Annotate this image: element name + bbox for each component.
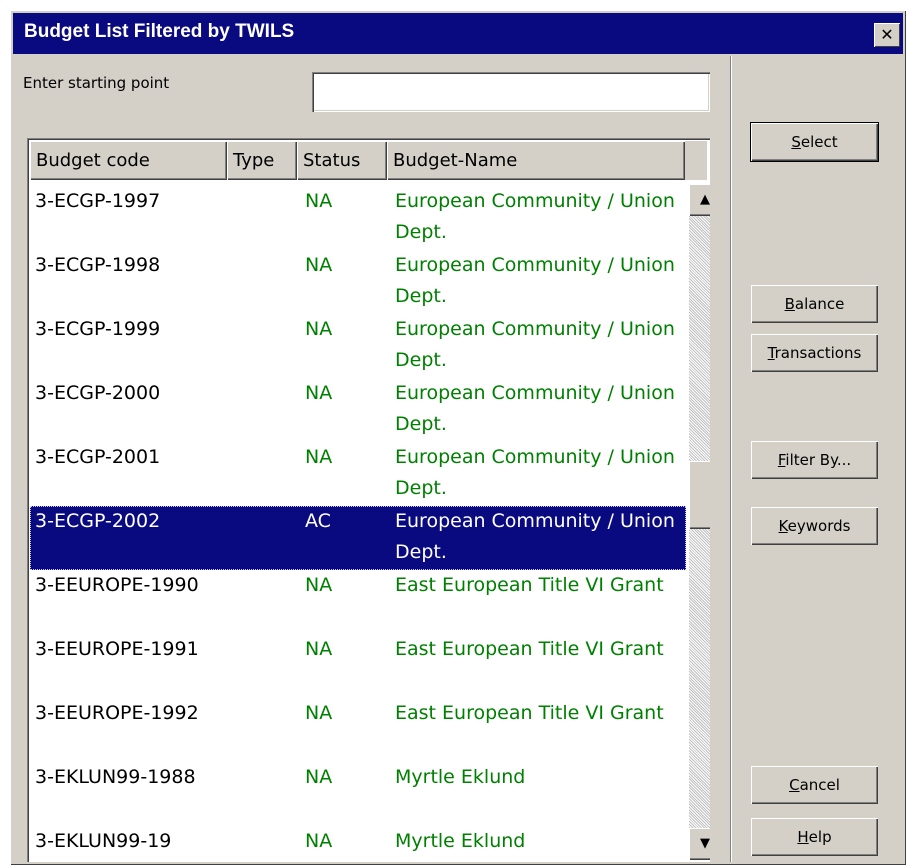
table-row[interactable]: 3-ECGP-2000 NA European Community / Union … [30,378,686,442]
cell-budget-name: European Community / Union Dept. [395,318,675,371]
column-header-budget-name[interactable]: Budget-Name [387,141,685,180]
scroll-down-button[interactable]: ▼ [689,828,710,860]
cell-status: NA [305,190,333,212]
table-row[interactable]: 3-EEUROPE-1990 NA East European Title VI G… [30,570,686,634]
cell-status: AC [305,510,331,532]
scroll-thumb[interactable] [689,461,710,529]
list-rows: 3-ECGP-1997 NA European Community / Union … [30,186,686,862]
vertical-scrollbar[interactable]: ▲ ▼ [689,184,710,860]
cell-budget-name: European Community / Union Dept. [395,446,675,499]
cell-budget-code: 3-EKLUN99-19 [35,830,172,852]
cell-budget-name: Myrtle Eklund [395,830,526,852]
table-row[interactable]: 3-EEUROPE-1992 NA East European Title VI G… [30,698,686,762]
cell-budget-code: 3-ECGP-2000 [35,382,161,404]
cell-budget-name: European Community / Union Dept. [395,190,675,243]
transactions-button[interactable]: Transactions [751,334,878,372]
cell-budget-name: European Community / Union Dept. [395,382,675,435]
cell-status: NA [305,254,333,276]
close-icon: ✕ [880,25,894,44]
cell-budget-name: East European Title VI Grant [395,638,664,660]
cell-budget-name: East European Title VI Grant [395,702,664,724]
title-bar[interactable]: Budget List Filtered by TWILS ✕ [13,13,903,54]
table-row[interactable]: 3-EKLUN99-19 NA Myrtle Eklund [30,826,686,862]
table-row[interactable]: 3-EKLUN99-1988 NA Myrtle Eklund [30,762,686,826]
budget-list: Budget code Type Status Budget-Name 3-EC… [27,138,710,862]
close-button[interactable]: ✕ [874,23,900,47]
cell-status: NA [305,702,333,724]
scroll-down-icon: ▼ [700,836,710,851]
filter-by-button[interactable]: Filter By... [751,441,878,479]
starting-point-label: Enter starting point [23,74,170,92]
cell-budget-code: 3-EKLUN99-1988 [35,766,196,788]
cell-budget-code: 3-ECGP-2002 [35,510,161,532]
table-row[interactable]: 3-ECGP-1998 NA European Community / Union … [30,250,686,314]
balance-button[interactable]: Balance [751,285,878,323]
cell-status: NA [305,766,333,788]
column-header-type[interactable]: Type [227,141,297,180]
table-row[interactable]: 3-ECGP-1999 NA European Community / Union … [30,314,686,378]
cell-budget-code: 3-ECGP-1997 [35,190,161,212]
cell-status: NA [305,574,333,596]
panel-divider [730,56,732,862]
header-filler [685,141,707,180]
cell-status: NA [305,318,333,340]
cell-budget-name: East European Title VI Grant [395,574,664,596]
cell-budget-code: 3-EEUROPE-1991 [35,638,199,660]
table-row[interactable]: 3-ECGP-1997 NA European Community / Union … [30,186,686,250]
cell-budget-name: European Community / Union Dept. [395,254,675,307]
table-row[interactable]: 3-EEUROPE-1991 NA East European Title VI G… [30,634,686,698]
cell-status: NA [305,382,333,404]
scroll-up-icon: ▲ [700,192,710,207]
cell-status: NA [305,638,333,660]
column-header-status[interactable]: Status [297,141,387,180]
cell-budget-code: 3-ECGP-1999 [35,318,161,340]
cancel-button[interactable]: Cancel [751,766,878,804]
cell-budget-code: 3-EEUROPE-1990 [35,574,199,596]
keywords-button[interactable]: Keywords [751,507,878,545]
help-button[interactable]: Help [751,818,878,856]
select-button[interactable]: Select [750,122,879,162]
starting-point-input[interactable] [312,72,710,112]
cell-budget-code: 3-ECGP-2001 [35,446,161,468]
cell-status: NA [305,446,333,468]
cell-budget-name: Myrtle Eklund [395,766,526,788]
table-row[interactable]: 3-ECGP-2002 AC European Community / Union … [30,506,686,570]
budget-list-dialog: Budget List Filtered by TWILS ✕ Enter st… [10,10,906,865]
column-header-budget-code[interactable]: Budget code [30,141,227,180]
table-row[interactable]: 3-ECGP-2001 NA European Community / Union … [30,442,686,506]
cell-budget-code: 3-EEUROPE-1992 [35,702,199,724]
cell-budget-code: 3-ECGP-1998 [35,254,161,276]
cell-status: NA [305,830,333,852]
dialog-title: Budget List Filtered by TWILS [24,21,295,42]
scroll-up-button[interactable]: ▲ [689,184,710,216]
cell-budget-name: European Community / Union Dept. [395,510,675,563]
